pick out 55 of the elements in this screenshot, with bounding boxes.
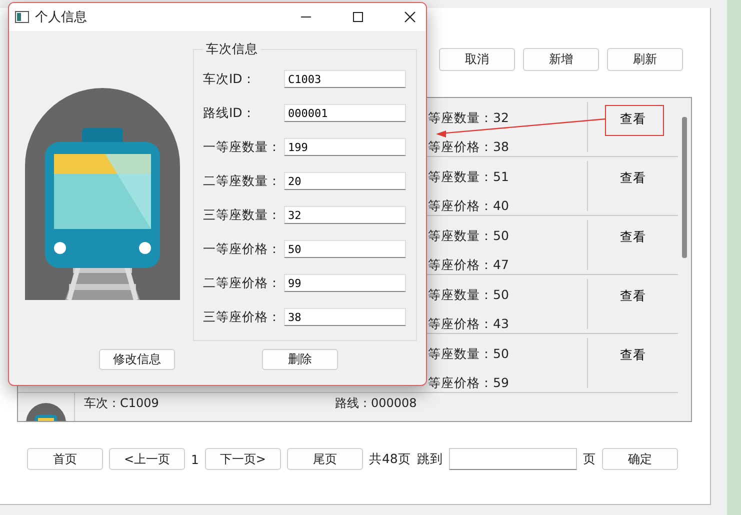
input-field[interactable]: 38 [284,308,406,326]
seat-count-text: 等座数量：50 [428,346,510,361]
field-label: 三等座价格： [203,308,282,326]
input-field[interactable]: 50 [284,240,406,258]
maximize-icon[interactable] [352,11,364,23]
input-field[interactable]: 20 [284,172,406,190]
last-page-button[interactable]: 尾页 [286,448,363,470]
seat-count-text: 等座数量：50 [428,228,510,243]
field-label: 二等座数量： [203,172,282,190]
field-label: 三等座数量： [203,206,282,224]
page-unit-text: 页 [582,450,596,468]
seat-price-text: 等座价格：40 [428,198,510,213]
field-label: 路线ID： [203,104,256,122]
input-field[interactable]: 000001 [284,104,406,122]
annotation-box [605,105,664,136]
confirm-button[interactable]: 确定 [602,448,678,470]
window-icon [15,11,29,23]
input-field[interactable]: 99 [284,274,406,292]
train-number-text: 车次：C1009 [84,395,159,412]
group-title: 车次信息 [205,41,259,58]
next-page-button[interactable]: 下一页> [204,448,281,470]
view-button[interactable]: 查看 [616,169,650,187]
dialog-button[interactable]: 删除 [262,349,338,370]
seat-price-text: 等座价格：47 [428,257,510,272]
first-page-button[interactable]: 首页 [27,448,103,470]
field-label: 车次ID： [203,70,256,88]
page-input-field[interactable] [448,448,577,470]
view-button[interactable]: 查看 [616,287,650,305]
toolbar-button[interactable]: 新增 [523,48,599,71]
route-text: 路线：000008 [335,395,417,412]
input-field[interactable]: 32 [284,206,406,224]
total-pages-text: 共48页 [368,450,411,468]
seat-count-text: 等座数量：32 [428,110,510,125]
field-label: 一等座数量： [203,138,282,156]
close-icon[interactable] [404,11,416,23]
view-button[interactable]: 查看 [616,346,650,364]
toolbar-button[interactable]: 取消 [439,48,515,71]
toolbar-button[interactable]: 刷新 [607,48,683,71]
previous-page-button[interactable]: <上一页 [109,448,185,470]
seat-count-text: 等座数量：50 [428,287,510,302]
window-title: 个人信息 [35,9,87,26]
current-page-text: 1 [191,452,199,466]
dialog-button[interactable]: 修改信息 [99,349,175,370]
seat-price-text: 等座价格：59 [428,375,510,390]
jump-label: 跳到 [416,450,443,468]
seat-count-text: 等座数量：51 [428,169,510,184]
view-button[interactable]: 查看 [616,228,650,246]
field-label: 二等座价格： [203,274,282,292]
seat-price-text: 等座价格：43 [428,316,510,331]
view-button[interactable]: 查看 [616,110,650,128]
seat-price-text: 等座价格：38 [428,139,510,154]
input-field[interactable]: 199 [284,138,406,156]
field-label: 一等座价格： [203,240,282,258]
input-field[interactable]: C1003 [284,70,406,88]
scrollbar-thumb[interactable] [682,117,687,258]
